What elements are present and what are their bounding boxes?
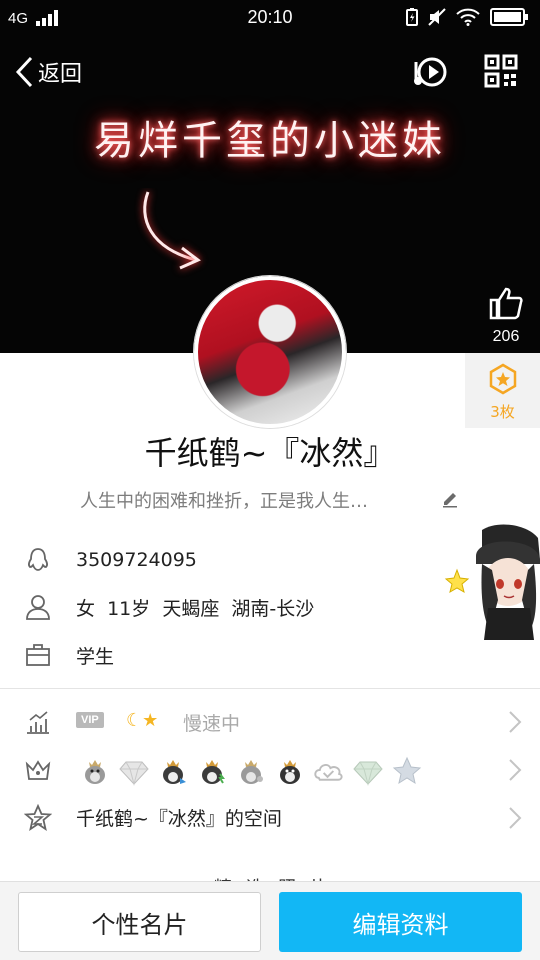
occupation: 学生 xyxy=(76,645,115,668)
penguin-icon xyxy=(28,548,48,571)
briefcase-icon xyxy=(26,644,50,666)
status-bar: 4G 20:10 xyxy=(0,0,540,36)
music-play-icon xyxy=(414,57,447,87)
penguin-crown-icon xyxy=(195,754,228,787)
penguin-crown-icon xyxy=(234,754,267,787)
chevron-right-icon xyxy=(509,759,522,781)
person-icon xyxy=(26,595,50,620)
penguin-crown-icon xyxy=(273,754,306,787)
qzone-star-icon xyxy=(24,804,52,831)
battery-saver-icon xyxy=(406,8,418,26)
penguin-crown-icon xyxy=(78,754,111,787)
back-button[interactable]: 返回 xyxy=(14,54,82,90)
cloud-icon xyxy=(312,754,345,787)
profile-card-button[interactable]: 个性名片 xyxy=(18,892,261,952)
qr-code-button[interactable] xyxy=(484,54,520,90)
qzone-label: 千纸鹤~『冰然』的空间 xyxy=(76,808,282,830)
star-badge-button[interactable]: 3枚 xyxy=(465,353,540,428)
growth-chart-icon xyxy=(27,711,49,734)
battery-icon xyxy=(490,8,528,26)
back-label: 返回 xyxy=(38,62,83,87)
anime-girl-sticker[interactable] xyxy=(442,520,540,640)
chevron-right-icon xyxy=(509,711,522,733)
nickname: 千纸鹤~『冰然』 xyxy=(144,434,396,472)
section-divider xyxy=(0,688,540,689)
signature[interactable]: 人生中的困难和挫折，正是我人生… xyxy=(80,487,420,513)
penguin-crown-icon xyxy=(156,754,189,787)
wifi-icon xyxy=(456,8,480,26)
qq-number: 3509724095 xyxy=(76,549,197,571)
like-button[interactable]: 206 xyxy=(482,286,530,346)
avatar[interactable] xyxy=(194,276,346,428)
vip-tag: VIP xyxy=(76,712,104,728)
star-icon xyxy=(390,754,423,787)
mute-icon xyxy=(428,8,446,26)
basic-info: 女 11岁 天蝎座 湖南-长沙 xyxy=(76,597,315,620)
diamond-icon xyxy=(117,754,150,787)
chevron-left-icon xyxy=(15,56,33,88)
qzone-row[interactable]: 千纸鹤~『冰然』的空间 xyxy=(0,794,540,842)
like-count: 206 xyxy=(492,328,520,345)
diamond-icon xyxy=(351,754,384,787)
cover-arrow-icon xyxy=(143,191,201,270)
music-button[interactable] xyxy=(412,54,448,90)
vip-status: 慢速中 xyxy=(183,713,241,735)
crown-icon xyxy=(25,760,51,780)
badges-row[interactable] xyxy=(0,746,540,794)
moon-star-icon: ☾★ xyxy=(126,710,159,731)
chevron-right-icon xyxy=(509,807,522,829)
edit-profile-button[interactable]: 编辑资料 xyxy=(279,892,522,952)
qr-code-icon xyxy=(484,54,518,88)
medal-list xyxy=(78,754,423,787)
star-badge-count: 3枚 xyxy=(490,403,515,421)
cover-text: 易烊千玺的小迷妹 xyxy=(94,118,446,164)
star-badge-icon xyxy=(489,363,516,395)
vip-row[interactable]: VIP ☾★ 慢速中 xyxy=(0,698,540,746)
bottom-action-bar: 个性名片 编辑资料 xyxy=(0,881,540,960)
thumbs-up-icon xyxy=(489,287,523,320)
edit-signature-icon[interactable] xyxy=(440,488,460,508)
